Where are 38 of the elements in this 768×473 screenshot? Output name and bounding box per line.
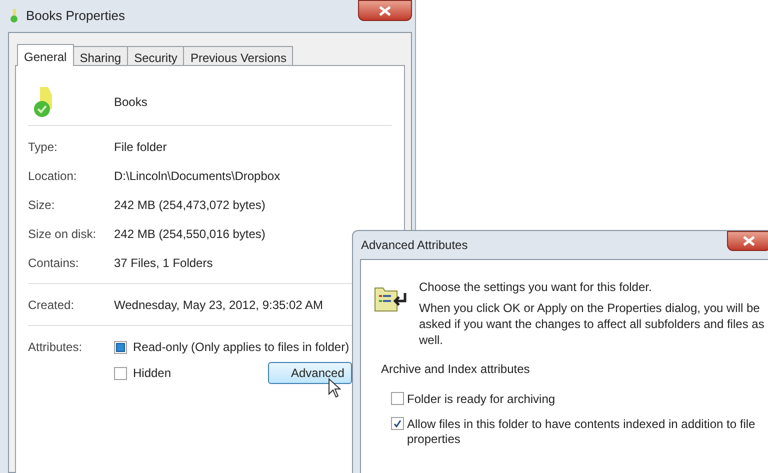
field-label: Type:: [28, 138, 58, 156]
folder-name: Books: [114, 94, 148, 110]
section-heading: Archive and Index attributes: [381, 361, 531, 378]
field-value: D:\Lincoln\Documents\Dropbox: [114, 168, 280, 184]
tab[interactable]: General: [17, 44, 74, 66]
field-value: File folder: [114, 138, 167, 156]
checkbox-label: Folder is ready for archiving: [407, 392, 556, 407]
checkbox[interactable]: [391, 392, 404, 405]
dialog-description: When you click OK or Apply on the Properties dialog, you will be asked if you want the changes to affect all subfolders and files as well.: [419, 300, 766, 348]
advanced-button[interactable]: Advanced: [268, 362, 352, 384]
checkbox-label: Allow files in this folder to have contents indexed in addition to file properties: [407, 417, 756, 447]
checkbox-label: Hidden: [133, 365, 172, 382]
field-label: Created:: [28, 296, 76, 314]
checkbox[interactable]: [391, 417, 404, 430]
field-label: Size:: [28, 196, 56, 214]
field-label: Location:: [28, 168, 78, 184]
tab[interactable]: Previous Versions: [183, 46, 294, 65]
field-value: 242 MB (254,473,072 bytes): [114, 196, 266, 214]
cursor-icon: [328, 378, 342, 398]
field-label: Contains:: [28, 254, 80, 272]
window-title: Books Properties: [26, 7, 125, 26]
field-value: Wednesday, May 23, 2012, 9:35:02 AM: [114, 296, 324, 314]
checkbox-label: Read-only (Only applies to files in folder): [133, 339, 350, 356]
checkbox[interactable]: [114, 366, 127, 380]
dialog-title: Advanced Attributes: [361, 237, 468, 254]
dialog-heading: Choose the settings you want for this folder.: [419, 279, 653, 296]
close-button[interactable]: [358, 0, 412, 21]
close-icon: [743, 236, 755, 246]
close-button[interactable]: [727, 231, 768, 251]
checkbox[interactable]: [114, 340, 127, 354]
tab[interactable]: Security: [127, 46, 184, 65]
tab[interactable]: Sharing: [72, 46, 128, 65]
field-label: Size on disk:: [28, 226, 98, 242]
close-icon: [379, 6, 391, 16]
field-value: 242 MB (254,550,016 bytes): [114, 226, 266, 242]
field-value: 37 Files, 1 Folders: [114, 254, 213, 272]
folder-icon: [10, 9, 18, 23]
field-label: Attributes:: [28, 339, 84, 356]
